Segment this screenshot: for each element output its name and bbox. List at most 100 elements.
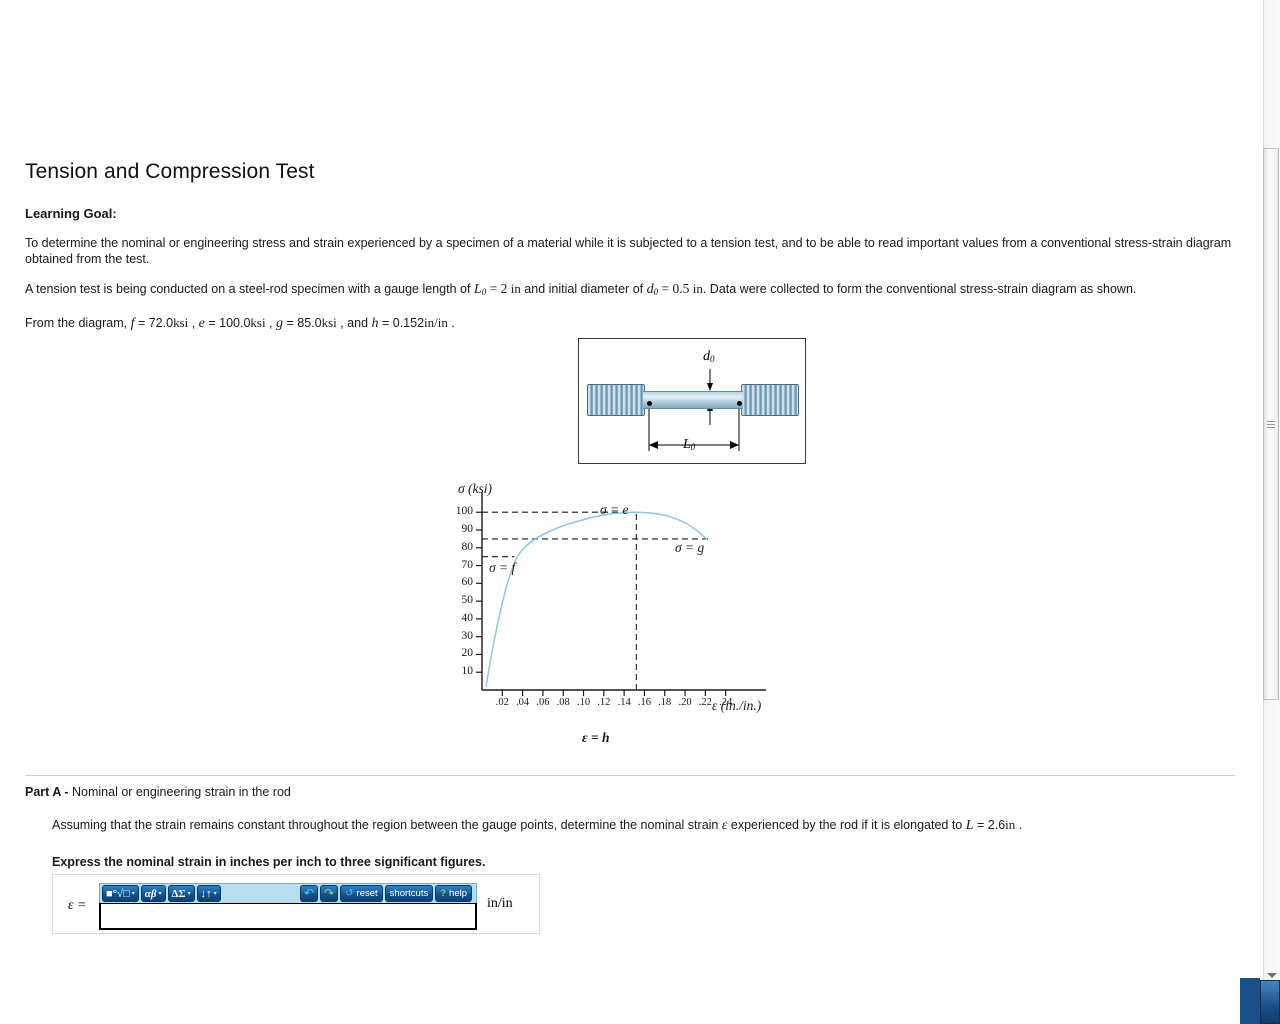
given-end: .: [447, 315, 455, 330]
sep-3: , and: [336, 315, 372, 330]
taskbar-window-button[interactable]: [1260, 980, 1280, 1024]
specimen-d0-label: d0: [703, 349, 715, 365]
chevron-down-icon: ▾: [158, 891, 162, 897]
x-tick-label: .14: [617, 697, 631, 708]
question-mid: experienced by the rod if it is elongate…: [727, 818, 966, 832]
specimen-d0-subscript: 0: [710, 353, 715, 364]
h-unit: in/in: [424, 314, 448, 330]
h-symbol: h: [371, 315, 379, 331]
learning-goal-text: To determine the nominal or engineering …: [25, 236, 1232, 266]
rod-gauge-section: [643, 391, 743, 409]
x-tick-label: .06: [536, 697, 550, 708]
undo-button[interactable]: ↶: [300, 885, 319, 902]
d0-symbol: d: [646, 282, 654, 297]
vertical-scrollbar-thumb[interactable]: [1263, 148, 1279, 700]
given-values-paragraph: From the diagram, f = 72.0ksi , e = 100.…: [25, 313, 1237, 335]
learning-goal-label: Learning Goal:: [25, 206, 117, 221]
vertical-scrollbar-track[interactable]: [1263, 0, 1280, 1024]
rod-thread-right: [741, 384, 799, 416]
g-symbol: g: [276, 315, 283, 331]
x-tick-label: .10: [576, 697, 591, 708]
answer-panel: ε = ■°√□ ▾ αβ ▾ ΔΣ ▾ ↓↑ ▾ ↶ ↷ ↺ reset sh…: [52, 874, 540, 934]
page-root: Tension and Compression Test Learning Go…: [0, 0, 1280, 1024]
arrows-menu-button[interactable]: ↓↑ ▾: [196, 885, 221, 902]
gauge-point-left: [647, 401, 652, 406]
question-pre: Assuming that the strain remains constan…: [52, 818, 722, 832]
arrows-icon: ↓↑: [200, 887, 212, 900]
y-tick-label: 90: [461, 523, 474, 535]
f-unit: ksi: [173, 314, 189, 330]
greek-icon: αβ: [144, 887, 157, 900]
help-button[interactable]: ? help: [435, 885, 472, 902]
x-tick-label: .22: [698, 697, 712, 708]
d0-unit: in: [692, 281, 703, 296]
part-a-question: Assuming that the strain remains constan…: [52, 816, 1240, 836]
gauge-point-right: [737, 401, 742, 406]
specimen-rod: [587, 381, 799, 419]
f-value: = 72.0: [134, 315, 174, 330]
reset-button[interactable]: ↺ reset: [340, 885, 383, 902]
template-menu-button[interactable]: ■°√□ ▾: [102, 885, 139, 902]
sep-1: ,: [188, 315, 199, 330]
specimen-L0-symbol: L: [683, 437, 691, 452]
x-tick-label: .02: [495, 697, 509, 708]
chart-x-caption: ε = h: [582, 730, 610, 745]
reset-icon: ↺: [345, 888, 354, 899]
specimen-L0-label: L0: [683, 437, 695, 453]
section-divider: [25, 775, 1235, 776]
answer-editor: ■°√□ ▾ αβ ▾ ΔΣ ▾ ↓↑ ▾ ↶ ↷ ↺ reset shortc…: [99, 883, 477, 930]
shortcuts-button[interactable]: shortcuts: [384, 885, 434, 902]
scroll-down-arrow-icon[interactable]: [1267, 973, 1277, 978]
sep-2: ,: [265, 315, 276, 330]
h-value: = 0.152: [378, 315, 425, 330]
part-a-heading: Part A - Nominal or engineering strain i…: [25, 785, 1240, 799]
y-tick-label: 10: [461, 665, 474, 678]
L-value: = 2.6: [973, 818, 1006, 832]
L-symbol: L: [965, 818, 974, 833]
annotation-sigma-e: σ = e: [600, 502, 629, 517]
L0-symbol: L: [473, 282, 482, 297]
L0-unit: in: [510, 281, 521, 296]
answer-unit-label: in/in: [487, 896, 513, 911]
chevron-down-icon: ▾: [187, 891, 191, 897]
math-toolbar: ■°√□ ▾ αβ ▾ ΔΣ ▾ ↓↑ ▾ ↶ ↷ ↺ reset shortc…: [99, 883, 477, 903]
template-icon: ■°√□: [106, 887, 130, 900]
x-tick-label: .08: [556, 697, 570, 708]
annotation-sigma-g: σ = g: [675, 540, 705, 555]
taskbar-background: [1240, 978, 1260, 1024]
x-tick-label: .04: [516, 697, 530, 708]
symbols-icon: ΔΣ: [171, 887, 186, 900]
chevron-down-icon: ▾: [131, 891, 135, 897]
undo-icon: ↶: [304, 886, 315, 900]
shortcuts-label: shortcuts: [389, 888, 429, 899]
setup-post: . Data were collected to form the conven…: [702, 282, 1137, 296]
g-unit: ksi: [321, 314, 337, 330]
chevron-down-icon: ▾: [213, 891, 217, 897]
redo-button[interactable]: ↷: [320, 885, 339, 902]
answer-input[interactable]: [99, 903, 477, 930]
g-value: = 85.0: [283, 315, 322, 330]
x-tick-label: .12: [597, 697, 611, 708]
reset-label: reset: [356, 888, 378, 899]
answer-variable-label: ε =: [68, 898, 87, 913]
y-tick-label: 30: [461, 629, 474, 642]
L-unit: in: [1005, 817, 1016, 832]
specimen-d0-symbol: d: [703, 349, 710, 364]
greek-menu-button[interactable]: αβ ▾: [140, 885, 166, 902]
part-a-instruction: Express the nominal strain in inches per…: [52, 854, 486, 869]
e-value: = 100.0: [204, 315, 251, 330]
y-tick-label: 80: [461, 540, 474, 553]
problem-content: Tension and Compression Test Learning Go…: [25, 160, 1237, 346]
x-tick-label: .16: [637, 697, 651, 708]
y-tick-label: 60: [461, 576, 474, 589]
d0-equation: = 0.5: [658, 281, 693, 296]
help-label: help: [449, 888, 467, 899]
x-tick-label: .20: [678, 697, 692, 708]
setup-paragraph: A tension test is being conducted on a s…: [25, 279, 1237, 301]
symbols-menu-button[interactable]: ΔΣ ▾: [167, 885, 195, 902]
scrollbar-grip-icon: [1267, 421, 1275, 428]
y-tick-label: 70: [461, 558, 474, 571]
setup-mid: and initial diameter of: [520, 282, 647, 296]
e-unit: ksi: [250, 314, 266, 330]
